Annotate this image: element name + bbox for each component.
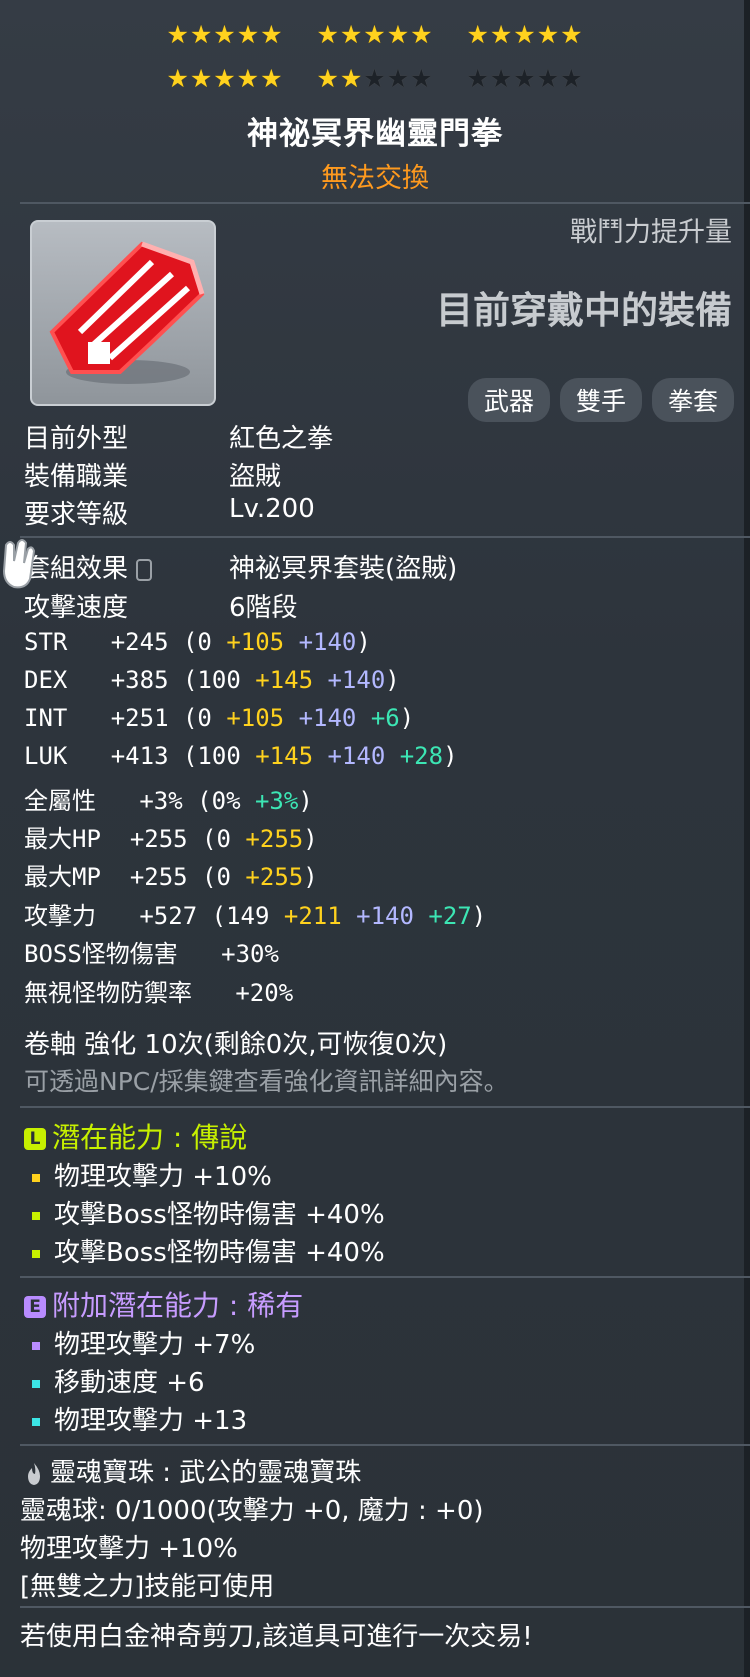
divider: [20, 1106, 750, 1108]
star-group: ★★★★★: [466, 64, 584, 93]
equipped-label: 目前穿戴中的裝備: [436, 289, 732, 332]
set-effect: 套組效果 神祕冥界套裝(盜賊): [24, 554, 458, 584]
lock-icon: [136, 558, 153, 581]
stat-ignore-defense: 無視怪物防禦率 +20%: [24, 979, 294, 1007]
trade-footer: 若使用白金神奇剪刀,該道具可進行一次交易!: [20, 1622, 533, 1652]
stat-luk: LUK +413 (100 +145 +140 +28): [24, 742, 458, 770]
bullet-icon: [32, 1341, 40, 1350]
tag-weapon: 武器: [467, 378, 550, 422]
tag-two-handed: 雙手: [559, 378, 642, 422]
divider: [20, 1444, 750, 1446]
stat-int: INT +251 (0 +105 +140 +6): [24, 704, 415, 732]
item-tooltip: ★★★★★ ★★★★★ ★★★★★ ★★★★★ ★★★★★ ★★★★★ 神祕冥界…: [0, 0, 750, 1677]
bullet-icon: [32, 1249, 40, 1258]
potential-line: 攻擊Boss怪物時傷害 +40%: [24, 1232, 385, 1269]
divider: [20, 1606, 750, 1608]
star-group: ★★★★★: [316, 64, 434, 93]
bonus-potential-line: 物理攻擊力 +13: [24, 1400, 247, 1437]
divider: [20, 202, 750, 204]
upgrade-line: 卷軸 強化 10次(剩餘0次,可恢復0次): [24, 1030, 448, 1060]
potential-header: L 潛在能力 : 傳說: [24, 1116, 247, 1156]
bonus-potential-line: 移動速度 +6: [24, 1362, 205, 1399]
item-icon-frame: [30, 220, 216, 406]
attack-speed: 攻擊速度 6階段: [24, 593, 298, 623]
soul-skill: [無雙之力]技能可使用: [20, 1572, 275, 1602]
stat-boss-damage: BOSS怪物傷害 +30%: [24, 940, 279, 968]
item-name: 神祕冥界幽靈門拳: [247, 116, 503, 152]
upgrade-note: 可透過NPC/採集鍵查看強化資訊詳細內容。: [24, 1067, 509, 1096]
tag-claw: 拳套: [651, 378, 734, 422]
stat-dex: DEX +385 (100 +145 +140): [24, 666, 400, 694]
combat-power-label: 戰鬥力提升量: [570, 217, 732, 248]
divider: [20, 1276, 750, 1278]
soul-charge: 靈魂球: 0/1000(攻擊力 +0, 魔力 : +0): [20, 1496, 484, 1526]
potential-line: 物理攻擊力 +10%: [24, 1156, 272, 1193]
divider: [20, 536, 750, 538]
stat-attack: 攻擊力 +527 (149 +211 +140 +27): [24, 902, 487, 930]
bullet-icon: [32, 1417, 40, 1426]
legendary-badge-icon: L: [24, 1128, 46, 1150]
stat-all: 全屬性 +3% (0% +3%): [24, 787, 313, 815]
info-level: 要求等級 Lv.200: [24, 494, 315, 530]
epic-badge-icon: E: [24, 1296, 46, 1318]
stat-str: STR +245 (0 +105 +140): [24, 628, 371, 656]
star-group: ★★★★★: [316, 20, 434, 49]
bullet-icon: [32, 1211, 40, 1220]
bullet-icon: [32, 1173, 40, 1182]
stat-max-mp: 最大MP +255 (0 +255): [24, 863, 318, 891]
info-appearance: 目前外型 紅色之拳: [24, 424, 334, 454]
star-group: ★★★★★: [166, 20, 284, 49]
potential-line: 攻擊Boss怪物時傷害 +40%: [24, 1194, 385, 1231]
hand-cursor-icon: [2, 539, 36, 589]
info-job: 裝備職業 盜賊: [24, 462, 282, 492]
star-force-row-2: ★★★★★ ★★★★★ ★★★★★: [0, 64, 750, 93]
soul-title: 靈魂寶珠 : 武公的靈魂寶珠: [24, 1452, 361, 1489]
soul-effect: 物理攻擊力 +10%: [20, 1534, 238, 1564]
trade-status: 無法交換: [321, 163, 429, 194]
red-claw-icon: [49, 241, 205, 384]
bonus-potential-header: E 附加潛在能力 : 稀有: [24, 1284, 303, 1324]
bonus-potential-line: 物理攻擊力 +7%: [24, 1324, 255, 1361]
item-tags: 武器 雙手 拳套: [467, 378, 734, 422]
stat-max-hp: 最大HP +255 (0 +255): [24, 825, 318, 853]
star-group: ★★★★★: [166, 64, 284, 93]
star-force-row-1: ★★★★★ ★★★★★ ★★★★★: [0, 20, 750, 49]
bullet-icon: [32, 1379, 40, 1388]
soul-flame-icon: [28, 1462, 40, 1485]
star-group: ★★★★★: [466, 20, 584, 49]
